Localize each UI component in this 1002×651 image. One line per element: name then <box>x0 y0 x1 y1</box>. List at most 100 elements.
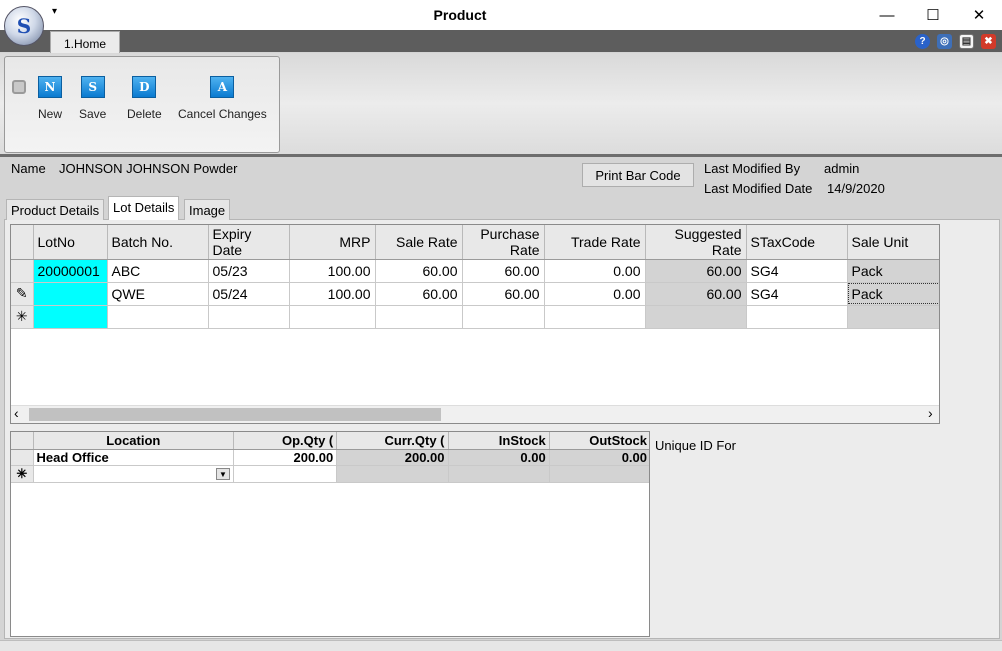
scroll-right-icon[interactable]: › <box>928 405 933 421</box>
column-header-location[interactable]: Location <box>33 432 235 450</box>
cell-purchase-rate[interactable]: 60.00 <box>462 259 545 283</box>
cell-suggested-rate <box>645 305 747 329</box>
column-header-mrp[interactable]: MRP <box>289 225 376 260</box>
cell-expiry-date[interactable]: 05/24 <box>208 282 290 306</box>
scroll-left-icon[interactable]: ‹ <box>14 405 19 421</box>
new-label: New <box>38 107 63 121</box>
cell-staxcode[interactable]: SG4 <box>746 259 848 283</box>
tab-image[interactable]: Image <box>184 199 231 220</box>
new-row-icon[interactable]: ✳ <box>11 305 34 329</box>
cell-batch-no[interactable]: QWE <box>107 282 209 306</box>
maximize-button[interactable]: ☐ <box>910 0 956 30</box>
cell-trade-rate[interactable]: 0.00 <box>544 259 646 283</box>
cell-staxcode[interactable] <box>746 305 848 329</box>
tab-product-details[interactable]: Product Details <box>6 199 105 220</box>
cell-lotno[interactable]: 20000001 <box>33 259 108 283</box>
column-header-suggested-rate[interactable]: Suggested Rate <box>645 225 747 260</box>
document-icon[interactable]: ▤ <box>959 34 974 49</box>
column-header-purchase-rate[interactable]: Purchase Rate <box>462 225 545 260</box>
cell-location[interactable]: Head Office <box>33 449 235 466</box>
cell-sale-unit[interactable]: Pack <box>847 282 939 306</box>
cell-location-select[interactable]: ▼ <box>33 465 235 483</box>
column-header-curr-qty[interactable]: Curr.Qty ( <box>336 432 449 450</box>
new-button[interactable]: N New <box>38 76 62 121</box>
table-row-new[interactable]: ✳ ▼ <box>11 465 649 483</box>
exit-icon[interactable]: ✖ <box>981 34 996 49</box>
cell-mrp[interactable]: 100.00 <box>289 259 376 283</box>
cell-batch-no[interactable]: ABC <box>107 259 209 283</box>
location-grid[interactable]: Location Op.Qty ( Curr.Qty ( InStock Out… <box>10 431 650 637</box>
cell-lotno[interactable] <box>33 305 108 329</box>
cell-instock <box>448 465 550 483</box>
table-row-new[interactable]: ✳ <box>11 305 939 329</box>
cell-op-qty[interactable] <box>233 465 338 483</box>
new-icon: N <box>38 76 62 98</box>
cell-purchase-rate[interactable] <box>462 305 545 329</box>
cell-batch-no[interactable] <box>107 305 209 329</box>
row-indicator[interactable] <box>11 449 34 466</box>
cancel-changes-button[interactable]: A Cancel Changes <box>178 76 267 121</box>
support-icon[interactable]: ◎ <box>937 34 952 49</box>
close-button[interactable]: ✕ <box>956 0 1002 30</box>
cell-sale-rate[interactable] <box>375 305 463 329</box>
cell-purchase-rate[interactable]: 60.00 <box>462 282 545 306</box>
cell-staxcode[interactable]: SG4 <box>746 282 848 306</box>
cell-mrp[interactable] <box>289 305 376 329</box>
scrollbar-thumb[interactable] <box>29 408 441 421</box>
delete-icon: D <box>132 76 157 98</box>
row-indicator[interactable] <box>11 259 34 283</box>
table-row[interactable]: Head Office 200.00 200.00 0.00 0.00 <box>11 449 649 466</box>
cell-curr-qty <box>336 465 449 483</box>
column-header-staxcode[interactable]: STaxCode <box>746 225 848 260</box>
column-header-op-qty[interactable]: Op.Qty ( <box>233 432 338 450</box>
last-modified-by-label: Last Modified By <box>704 161 801 176</box>
tab-lot-details[interactable]: Lot Details <box>108 196 180 220</box>
column-header-lotno[interactable]: LotNo <box>33 225 108 260</box>
table-row[interactable]: 20000001 ABC 05/23 100.00 60.00 60.00 0.… <box>11 259 939 283</box>
cell-trade-rate[interactable]: 0.00 <box>544 282 646 306</box>
save-label: Save <box>79 107 107 121</box>
unique-id-label: Unique ID For <box>655 438 736 453</box>
cell-suggested-rate: 60.00 <box>645 282 747 306</box>
cell-sale-unit[interactable]: Pack <box>847 259 939 283</box>
window-title: Product <box>433 7 487 23</box>
name-value: JOHNSON JOHNSON Powder <box>59 161 238 176</box>
grid-corner <box>11 432 34 450</box>
row-indicator-editing[interactable]: ✎ <box>11 282 34 306</box>
cell-sale-rate[interactable]: 60.00 <box>375 282 463 306</box>
grid-corner <box>11 225 34 260</box>
cell-trade-rate[interactable] <box>544 305 646 329</box>
print-bar-code-button[interactable]: Print Bar Code <box>582 163 694 187</box>
ribbon-tab-home[interactable]: 1.Home <box>50 31 120 54</box>
cell-outstock <box>549 465 649 483</box>
ribbon-tab-strip <box>0 30 1002 52</box>
cell-expiry-date[interactable] <box>208 305 290 329</box>
dropdown-arrow-icon[interactable]: ▼ <box>216 467 231 480</box>
delete-label: Delete <box>127 107 162 121</box>
cancel-changes-icon: A <box>210 76 235 98</box>
save-button[interactable]: S Save <box>79 76 106 121</box>
last-modified-date-label: Last Modified Date <box>704 181 813 196</box>
cell-op-qty[interactable]: 200.00 <box>233 449 338 466</box>
delete-button[interactable]: D Delete <box>127 76 162 121</box>
minimize-button[interactable]: — <box>864 0 910 30</box>
column-header-batch-no[interactable]: Batch No. <box>107 225 209 260</box>
cell-sale-rate[interactable]: 60.00 <box>375 259 463 283</box>
column-header-instock[interactable]: InStock <box>448 432 550 450</box>
column-header-expiry-date[interactable]: Expiry Date <box>208 225 290 260</box>
column-header-sale-unit[interactable]: Sale Unit <box>847 225 939 260</box>
cell-lotno[interactable] <box>33 282 108 306</box>
cell-mrp[interactable]: 100.00 <box>289 282 376 306</box>
lot-grid[interactable]: LotNo Batch No. Expiry Date MRP Sale Rat… <box>10 224 940 424</box>
help-icon[interactable]: ? <box>915 34 930 49</box>
last-modified-by-value: admin <box>824 161 860 176</box>
new-row-icon[interactable]: ✳ <box>11 465 34 483</box>
column-header-sale-rate[interactable]: Sale Rate <box>375 225 463 260</box>
app-logo-icon[interactable]: S <box>4 6 44 46</box>
save-icon: S <box>80 76 105 98</box>
column-header-outstock[interactable]: OutStock <box>549 432 649 450</box>
cell-sale-unit[interactable] <box>847 305 939 329</box>
table-row[interactable]: ✎ QWE 05/24 100.00 60.00 60.00 0.00 60.0… <box>11 282 939 306</box>
column-header-trade-rate[interactable]: Trade Rate <box>544 225 646 260</box>
cell-expiry-date[interactable]: 05/23 <box>208 259 290 283</box>
